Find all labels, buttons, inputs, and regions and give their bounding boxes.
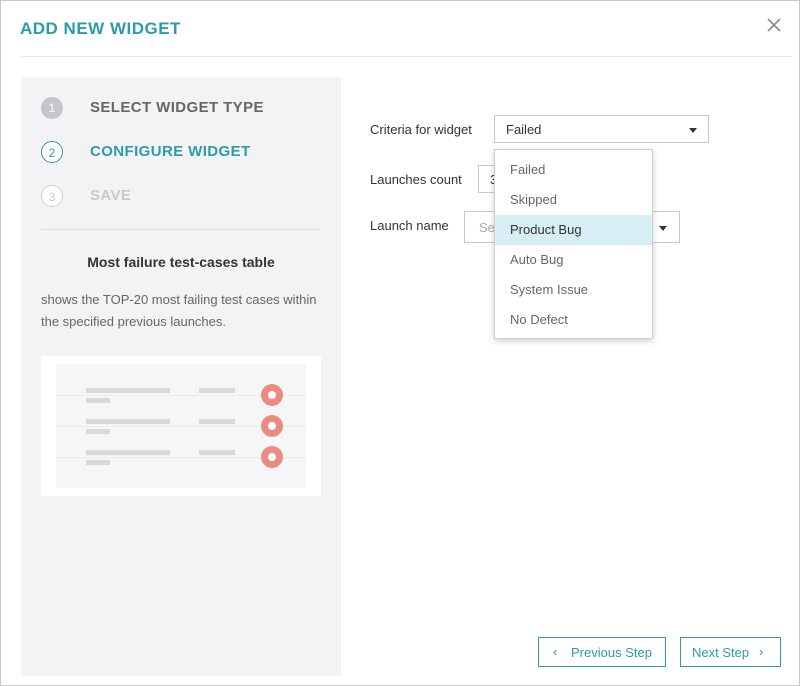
previous-step-button[interactable]: ‹ Previous Step	[538, 637, 666, 667]
steps-panel: 1 SELECT WIDGET TYPE 2 CONFIGURE WIDGET …	[21, 77, 341, 676]
next-step-label: Next Step	[692, 645, 750, 660]
step-label: CONFIGURE WIDGET	[90, 143, 251, 160]
close-icon[interactable]	[764, 15, 784, 35]
step-label: SELECT WIDGET TYPE	[90, 99, 264, 116]
next-step-button[interactable]: Next Step ›	[680, 637, 781, 667]
criteria-dropdown-menu: Failed Skipped Product Bug Auto Bug Syst…	[494, 149, 653, 339]
modal-title: ADD NEW WIDGET	[20, 19, 181, 38]
dropdown-option-no-defect[interactable]: No Defect	[495, 305, 652, 335]
widget-description: shows the TOP-20 most failing test cases…	[41, 292, 317, 329]
chevron-right-icon: ›	[759, 644, 764, 659]
header-divider	[21, 56, 791, 57]
step-number: 2	[41, 141, 63, 163]
dropdown-option-skipped[interactable]: Skipped	[495, 185, 652, 215]
criteria-select[interactable]: Failed	[494, 115, 709, 143]
widget-name: Most failure test-cases table	[87, 254, 275, 270]
chevron-left-icon: ‹	[553, 644, 558, 659]
caret-down-icon	[659, 226, 667, 231]
caret-down-icon	[689, 128, 697, 133]
launch-name-label: Launch name	[370, 218, 449, 233]
criteria-label: Criteria for widget	[370, 122, 472, 137]
step-number: 3	[41, 185, 63, 207]
add-widget-modal: ADD NEW WIDGET 1 SELECT WIDGET TYPE 2 CO…	[0, 0, 800, 686]
step-number: 1	[41, 97, 63, 119]
preview-row	[56, 395, 306, 437]
preview-row	[56, 364, 306, 406]
step-label: SAVE	[90, 187, 132, 204]
preview-table	[56, 364, 306, 488]
previous-step-label: Previous Step	[571, 645, 652, 660]
dropdown-option-auto-bug[interactable]: Auto Bug	[495, 245, 652, 275]
widget-preview-image	[41, 356, 321, 496]
launches-count-label: Launches count	[370, 172, 462, 187]
dropdown-option-system-issue[interactable]: System Issue	[495, 275, 652, 305]
preview-dot-icon	[261, 446, 283, 468]
preview-row	[56, 426, 306, 468]
dropdown-option-product-bug[interactable]: Product Bug	[495, 215, 652, 245]
steps-divider	[41, 229, 321, 230]
criteria-value: Failed	[506, 122, 542, 137]
dropdown-option-failed[interactable]: Failed	[495, 155, 652, 185]
